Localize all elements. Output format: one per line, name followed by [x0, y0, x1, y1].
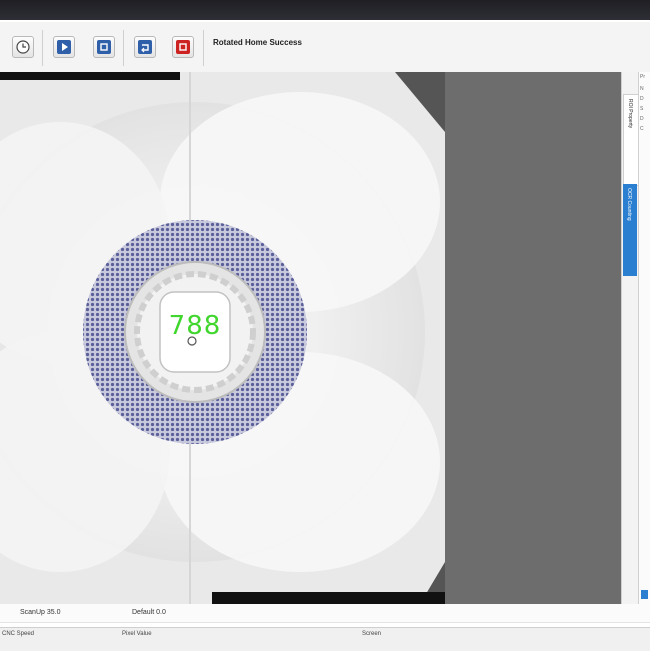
tab-roi-property[interactable]: ROI Property — [623, 94, 639, 186]
pixel-value-label: Pixel Value — [122, 631, 152, 637]
window-title-bar — [0, 0, 650, 20]
play-icon — [57, 40, 71, 54]
status-message: Rotated Home Success — [213, 38, 302, 47]
cnc-speed-label: CNC Speed — [2, 631, 35, 637]
tab-ocr-counting[interactable]: OCR Counting — [623, 184, 637, 276]
tab-label: OCR Counting — [626, 188, 632, 221]
toolbar — [0, 22, 650, 73]
image-background-panel — [445, 72, 621, 604]
scan-readout-bar: ScanUp 35.0 Default 0.0 — [0, 604, 650, 623]
return-icon — [138, 40, 152, 54]
tab-label: ROI Property — [627, 99, 633, 129]
scanup-value: ScanUp 35.0 — [20, 609, 61, 616]
tray-edge — [212, 592, 445, 604]
count-overlay: 788 — [168, 311, 222, 341]
list-item: N — [640, 86, 644, 92]
list-item: D — [640, 96, 644, 102]
toolbar-separator — [203, 30, 204, 66]
toolbar-separator — [42, 30, 43, 66]
run-button[interactable] — [53, 36, 75, 58]
history-button[interactable] — [12, 36, 34, 58]
property-list-panel: Pr N D S D C — [638, 72, 650, 604]
screen-label: Screen — [362, 631, 382, 637]
default-value: Default 0.0 — [132, 609, 166, 616]
clock-icon — [16, 40, 30, 54]
image-viewer[interactable]: 788 — [0, 72, 445, 604]
list-item: Pr — [640, 74, 645, 80]
stop-button[interactable] — [93, 36, 115, 58]
side-tab-panel: ROI Property OCR Counting — [621, 72, 639, 604]
list-item: S — [640, 106, 644, 112]
tray-edge — [0, 72, 180, 80]
list-item: C — [640, 126, 644, 132]
home-return-button[interactable] — [134, 36, 156, 58]
stop-icon — [97, 40, 111, 54]
emergency-stop-button[interactable] — [172, 36, 194, 58]
scroll-thumb[interactable] — [641, 590, 648, 599]
stop-red-icon — [176, 40, 190, 54]
status-bar: CNC Speed Pixel Value Screen — [0, 627, 650, 651]
toolbar-separator — [123, 30, 124, 66]
list-item: D — [640, 116, 644, 122]
